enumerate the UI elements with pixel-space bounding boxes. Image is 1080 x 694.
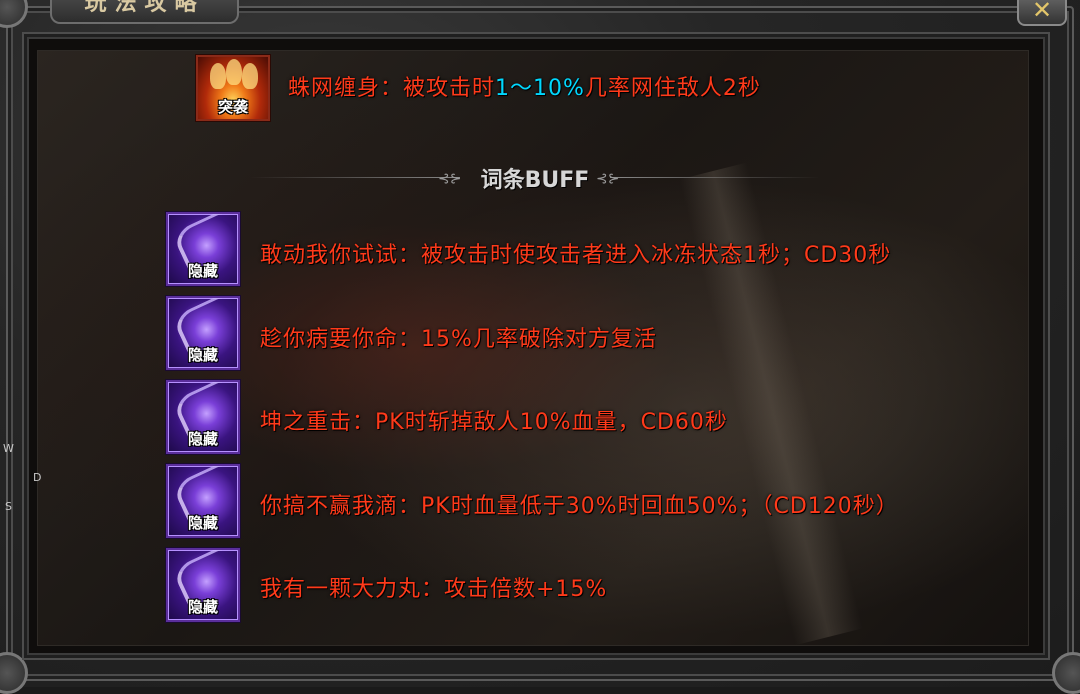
buff-tag: 隐藏 bbox=[187, 514, 218, 532]
buff-text-1: 敢动我你试试：被攻击时使攻击者进入冰冻状态1秒；CD30秒 bbox=[260, 243, 892, 268]
buff-icon-3[interactable]: 隐藏 bbox=[166, 380, 240, 454]
buff-icon-2[interactable]: 隐藏 bbox=[166, 296, 240, 370]
skill-highlight: 1～10% bbox=[495, 76, 585, 101]
side-letter-d: D bbox=[33, 471, 42, 484]
flame-shape bbox=[210, 63, 226, 89]
window-title: 玩法攻略 bbox=[50, 0, 239, 24]
corner-ornament bbox=[0, 0, 28, 28]
buff-tag: 隐藏 bbox=[187, 598, 218, 616]
buff-icon-4[interactable]: 隐藏 bbox=[166, 464, 240, 538]
section-divider: ⊰⊱ ⊰⊱ 词条BUFF bbox=[250, 160, 820, 194]
buff-tag: 隐藏 bbox=[187, 262, 218, 280]
buff-icon-5[interactable]: 隐藏 bbox=[166, 548, 240, 622]
fire-skill-icon[interactable]: 突袭 bbox=[196, 55, 270, 121]
buff-text-4: 你搞不赢我滴：PK时血量低于30%时回血50%；（CD120秒） bbox=[260, 494, 899, 519]
side-letter-s: S bbox=[5, 500, 12, 513]
corner-ornament bbox=[1052, 652, 1080, 694]
close-button[interactable]: ✕ bbox=[1017, 0, 1067, 26]
flame-shape bbox=[226, 59, 242, 85]
buff-text-2: 趁你病要你命：15%几率破除对方复活 bbox=[260, 327, 657, 352]
buff-icon-1[interactable]: 隐藏 bbox=[166, 212, 240, 286]
buff-text-3: 坤之重击：PK时斩掉敌人10%血量，CD60秒 bbox=[260, 410, 728, 435]
section-title: 词条BUFF bbox=[480, 168, 590, 193]
top-skill-description: 蛛网缠身：被攻击时1～10%几率网住敌人2秒 bbox=[288, 70, 761, 102]
side-letter-w: W bbox=[3, 442, 14, 455]
buff-tag: 隐藏 bbox=[187, 430, 218, 448]
skill-text-rest: 几率网住敌人2秒 bbox=[584, 76, 761, 101]
buff-tag: 隐藏 bbox=[187, 346, 218, 364]
skill-text: 蛛网缠身：被攻击时 bbox=[288, 76, 496, 101]
flame-shape bbox=[242, 63, 258, 89]
close-icon[interactable]: ✕ bbox=[1032, 0, 1052, 24]
buff-text-5: 我有一颗大力丸：攻击倍数+15% bbox=[260, 577, 608, 602]
skill-tag: 突袭 bbox=[217, 98, 248, 116]
